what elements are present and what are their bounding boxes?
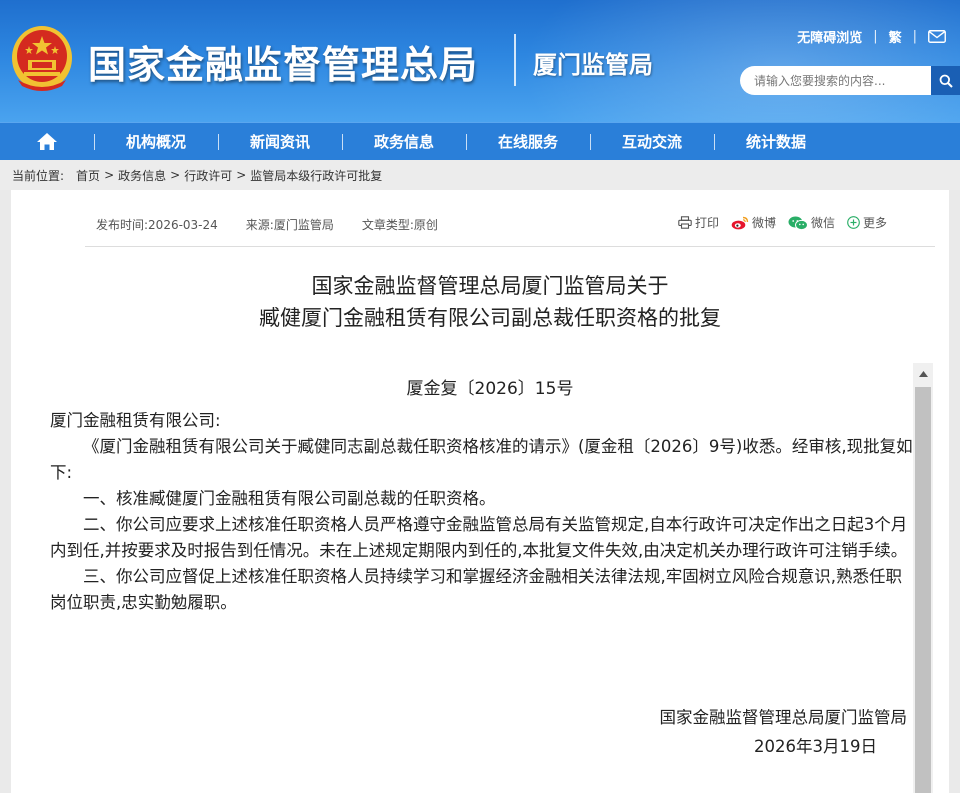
nav-item-government-info[interactable]: 政务信息: [342, 123, 466, 161]
agency-name: 国家金融监督管理总局: [88, 43, 479, 87]
document-addressee: 厦门金融租赁有限公司:: [50, 411, 221, 430]
document-title-line2: 臧健厦门金融租赁有限公司副总裁任职资格的批复: [259, 306, 721, 330]
breadcrumb-government-info[interactable]: 政务信息: [118, 167, 166, 184]
document-paragraph: 二、你公司应要求上述核准任职资格人员严格遵守金融监管总局有关监管规定,自本行政许…: [50, 515, 908, 560]
nav-item-about[interactable]: 机构概况: [94, 123, 218, 161]
mail-icon[interactable]: [928, 30, 946, 43]
share-tools: 打印 微博 微信 更多: [666, 214, 887, 231]
nav-item-online-services[interactable]: 在线服务: [466, 123, 590, 161]
site-header: 国家金融监督管理总局 厦门监管局 无障碍浏览 | 繁 |: [0, 0, 960, 122]
accessibility-link[interactable]: 无障碍浏览: [797, 27, 862, 46]
search-input[interactable]: [740, 66, 931, 95]
weibo-label: 微博: [751, 216, 776, 230]
wechat-share-button[interactable]: 微信: [788, 214, 835, 231]
publish-time: 发布时间:2026-03-24: [96, 218, 218, 232]
top-links-separator: |: [873, 29, 878, 44]
top-links-separator: |: [912, 29, 917, 44]
top-links: 无障碍浏览 | 繁 |: [797, 27, 946, 46]
caret-up-icon: [918, 371, 928, 377]
plus-circle-icon: [847, 216, 860, 229]
scrollbar-thumb[interactable]: [915, 387, 931, 793]
header-divider: [514, 34, 516, 86]
article-type: 文章类型:原创: [361, 218, 438, 232]
print-label: 打印: [694, 216, 719, 230]
weibo-share-button[interactable]: 微博: [731, 214, 776, 231]
document-date: 2026年3月19日: [754, 737, 877, 756]
article-meta: 发布时间:2026-03-24 来源:厦门监管局 文章类型:原创: [96, 216, 466, 233]
more-share-button[interactable]: 更多: [847, 214, 887, 231]
breadcrumb-separator: >: [236, 168, 247, 182]
article-source: 来源:厦门监管局: [245, 218, 334, 232]
search-icon: [939, 74, 953, 88]
breadcrumb-administrative-license[interactable]: 行政许可: [184, 167, 232, 184]
document-signature: 国家金融监督管理总局厦门监管局: [659, 708, 908, 727]
document-body: 厦门金融租赁有限公司: 《厦门金融租赁有限公司关于臧健同志副总裁任职资格核准的请…: [50, 408, 914, 616]
document-paragraph: 《厦门金融租赁有限公司关于臧健同志副总裁任职资格核准的请示》(厦金租〔2026〕…: [50, 437, 913, 482]
meta-divider: [85, 246, 935, 247]
breadcrumb-separator: >: [170, 168, 181, 182]
document-paragraph: 三、你公司应督促上述核准任职资格人员持续学习和掌握经济金融相关法律法规,牢固树立…: [50, 567, 902, 612]
document-number: 厦金复〔2026〕15号: [406, 379, 574, 399]
national-emblem-logo: [12, 26, 72, 91]
more-label: 更多: [862, 216, 887, 230]
printer-icon: [678, 216, 692, 229]
breadcrumb-home[interactable]: 首页: [76, 167, 100, 184]
weibo-icon: [731, 216, 749, 229]
search-box: [740, 66, 960, 95]
breadcrumb-prefix: 当前位置:: [12, 168, 65, 183]
wechat-icon: [788, 216, 808, 230]
breadcrumb-separator: >: [104, 168, 115, 182]
article-panel: 发布时间:2026-03-24 来源:厦门监管局 文章类型:原创 打印 微博 微…: [11, 190, 949, 793]
nav-item-statistics[interactable]: 统计数据: [714, 123, 838, 161]
home-icon: [37, 133, 57, 150]
traditional-chinese-link[interactable]: 繁: [889, 27, 902, 46]
breadcrumb-current-page[interactable]: 监管局本级行政许可批复: [250, 167, 382, 184]
scroll-up-button[interactable]: [913, 363, 933, 385]
wechat-label: 微信: [810, 216, 835, 230]
vertical-scrollbar[interactable]: [913, 363, 933, 793]
document-title-line1: 国家金融监督管理总局厦门监管局关于: [311, 274, 669, 298]
breadcrumb: 当前位置: 首页 > 政务信息 > 行政许可 > 监管局本级行政许可批复: [0, 160, 960, 190]
nav-item-interaction[interactable]: 互动交流: [590, 123, 714, 161]
document-paragraph: 一、核准臧健厦门金融租赁有限公司副总裁的任职资格。: [83, 489, 496, 508]
nav-home[interactable]: [0, 123, 94, 161]
bureau-name: 厦门监管局: [533, 51, 653, 79]
document-signature-block: 国家金融监督管理总局厦门监管局 2026年3月19日: [660, 703, 908, 761]
document-title: 国家金融监督管理总局厦门监管局关于 臧健厦门金融租赁有限公司副总裁任职资格的批复: [11, 270, 960, 334]
print-button[interactable]: 打印: [678, 214, 719, 231]
nav-item-news[interactable]: 新闻资讯: [218, 123, 342, 161]
search-button[interactable]: [931, 66, 960, 95]
main-nav: 机构概况 新闻资讯 政务信息 在线服务 互动交流 统计数据: [0, 122, 960, 160]
